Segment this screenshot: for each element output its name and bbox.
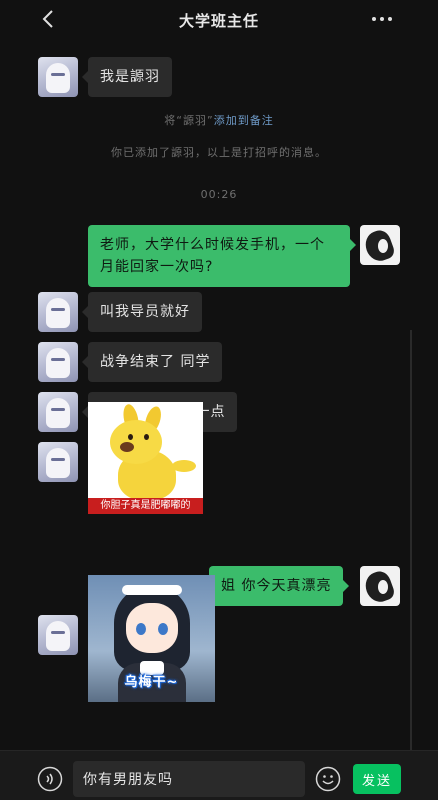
chat-header: 大学班主任 (0, 0, 438, 40)
message-input[interactable] (73, 761, 305, 797)
added-contact-notice: 你已添加了謜羽，以上是打招呼的消息。 (111, 146, 327, 159)
message-bubble[interactable]: 叫我导员就好 (82, 292, 202, 332)
dog-sticker[interactable]: 你胆子真是肥嘟嘟的 (88, 402, 203, 514)
message-bubble[interactable]: 老师，大学什么时候发手机，一个月能回家一次吗? (88, 225, 356, 287)
anime-girl-sticker[interactable]: 乌梅干~ (88, 575, 215, 702)
more-dots-icon[interactable] (372, 10, 394, 28)
contact-avatar[interactable] (38, 292, 78, 332)
contact-avatar[interactable] (38, 392, 78, 432)
message-bubble[interactable]: 战争结束了 同学 (81, 342, 223, 382)
remark-prefix: 将“謜羽” (164, 114, 214, 127)
contact-avatar[interactable] (38, 442, 78, 482)
message-timestamp: 00:26 (200, 188, 238, 201)
dog-nose (120, 442, 134, 452)
scrollbar[interactable] (410, 330, 412, 750)
message-bubble[interactable]: 我是謜羽 (82, 57, 172, 97)
add-remark-link[interactable]: 添加到备注 (214, 114, 274, 127)
sticker-caption: 乌梅干~ (124, 675, 179, 690)
dog-head (110, 420, 162, 464)
contact-avatar[interactable] (38, 342, 78, 382)
chevron-left-icon[interactable] (38, 8, 60, 30)
contact-avatar[interactable] (38, 57, 78, 97)
chat-title: 大学班主任 (178, 11, 259, 30)
girl-face (126, 603, 178, 653)
voice-icon[interactable] (37, 766, 63, 792)
send-button[interactable]: 发送 (353, 764, 401, 794)
contact-avatar[interactable] (38, 615, 78, 655)
emoji-icon[interactable] (315, 766, 341, 792)
my-avatar[interactable] (360, 566, 400, 606)
girl-headband (122, 585, 182, 595)
sticker-caption: 你胆子真是肥嘟嘟的 (88, 498, 203, 514)
add-remark-notice: 将“謜羽”添加到备注 (0, 112, 438, 128)
my-avatar[interactable] (360, 225, 400, 265)
girl-eye (158, 623, 168, 635)
dog-eye (144, 434, 149, 440)
dog-eye (128, 434, 133, 440)
girl-eye (136, 623, 146, 635)
message-bubble[interactable]: 姐 你今天真漂亮 (209, 566, 350, 606)
